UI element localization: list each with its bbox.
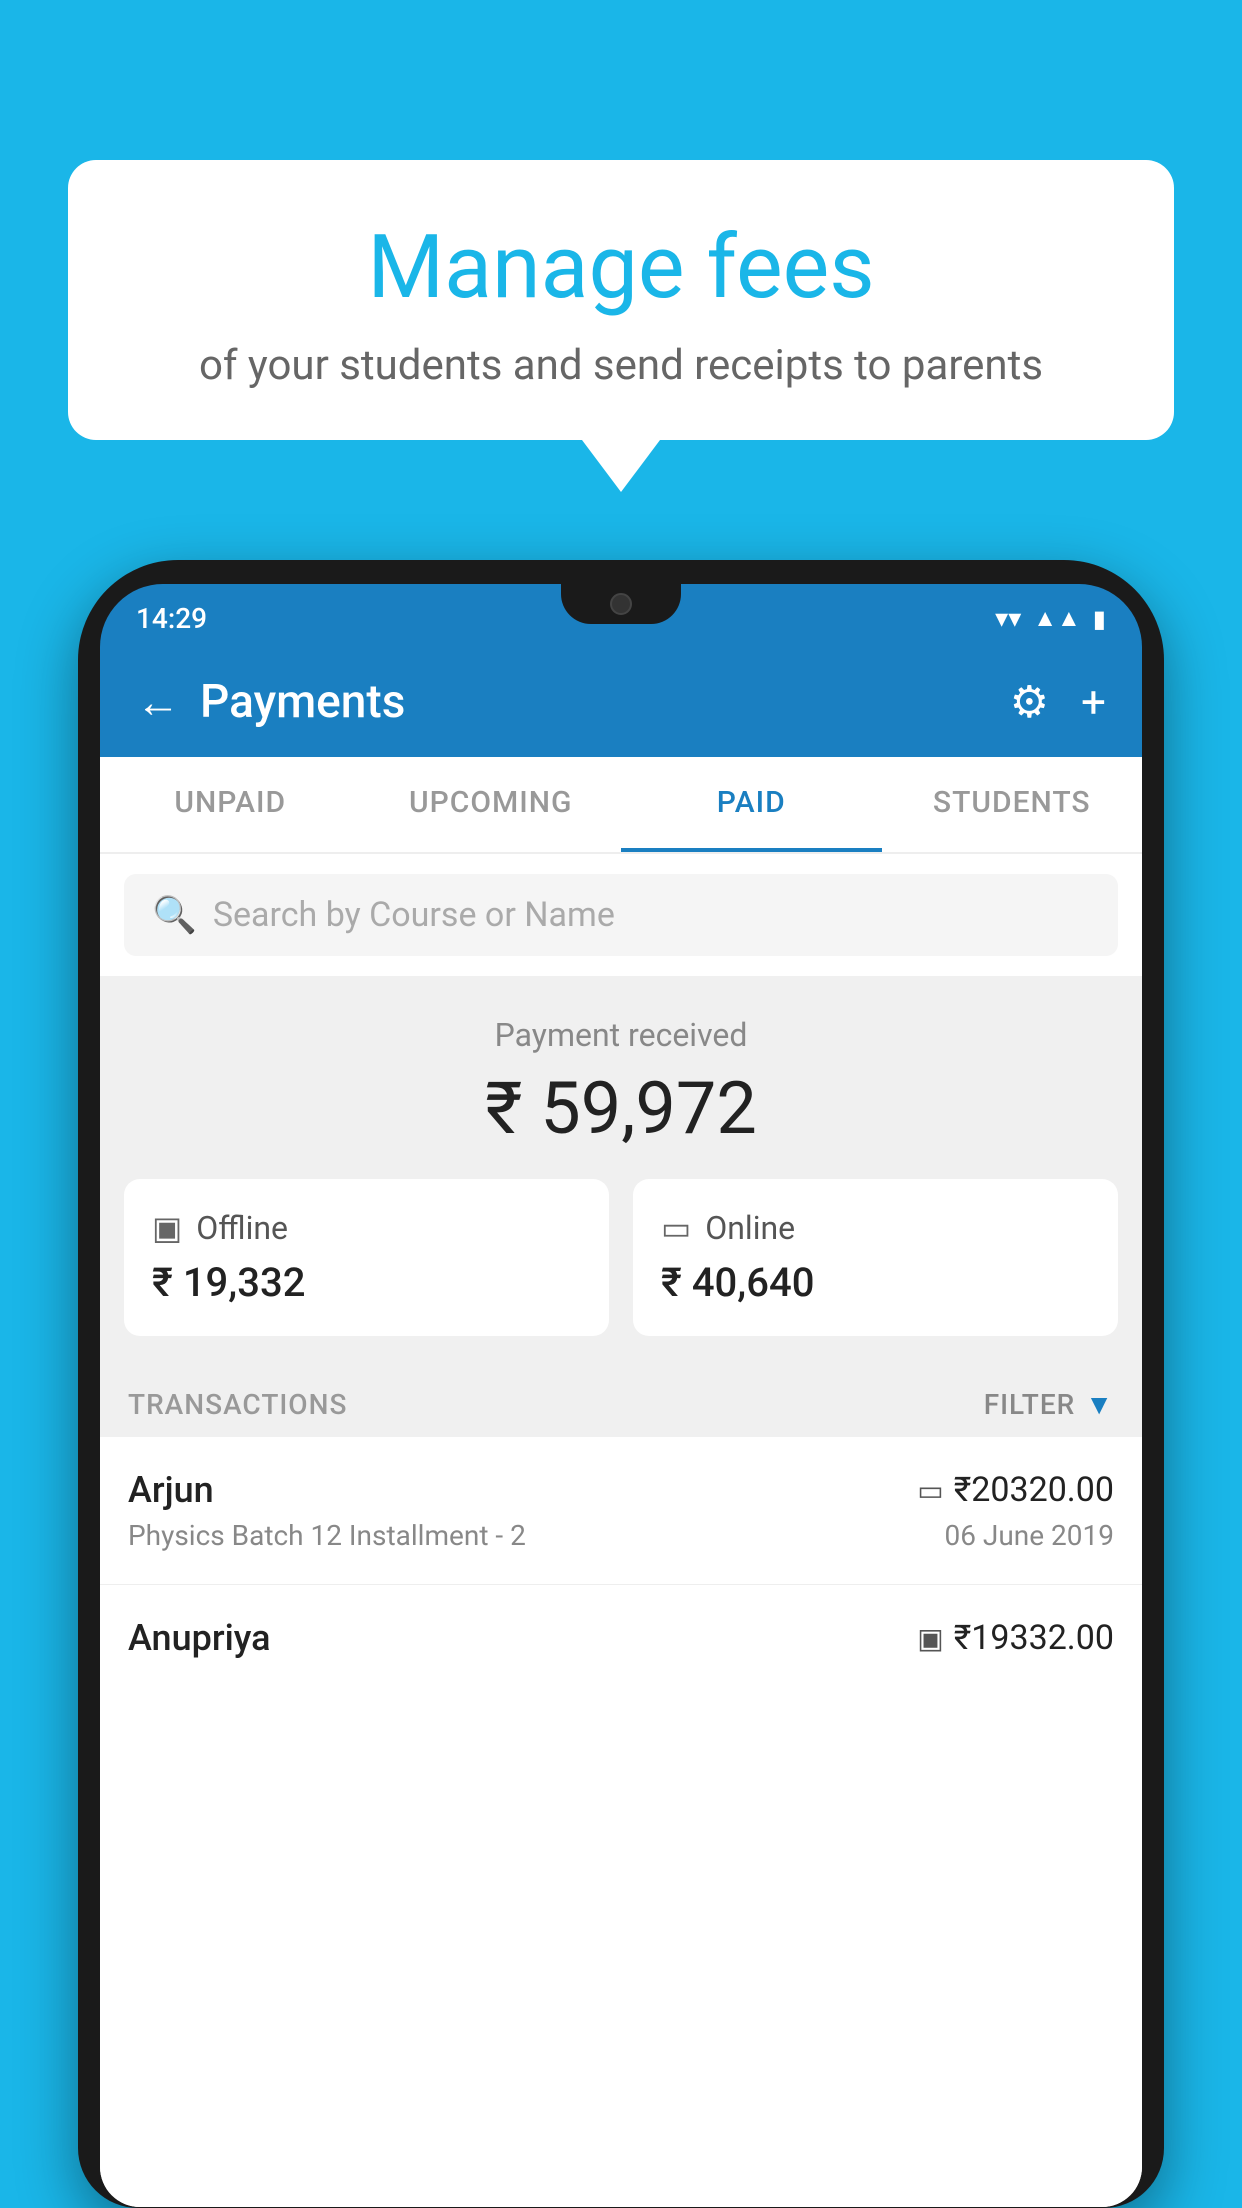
filter-button[interactable]: FILTER ▼ [984, 1388, 1114, 1421]
transaction-amount-value: ₹20320.00 [954, 1470, 1114, 1510]
offline-icon: ▣ [152, 1209, 182, 1247]
search-container: 🔍 Search by Course or Name [100, 854, 1142, 976]
tab-paid[interactable]: PAID [621, 757, 882, 852]
settings-icon[interactable]: ⚙ [1010, 676, 1049, 728]
online-icon: ▭ [661, 1209, 691, 1247]
payment-summary: Payment received ₹ 59,972 [100, 976, 1142, 1179]
transaction-date: 06 June 2019 [944, 1519, 1114, 1552]
online-label: Online [705, 1209, 795, 1247]
add-icon[interactable]: + [1081, 676, 1106, 728]
status-time: 14:29 [136, 602, 207, 635]
payment-received-label: Payment received [100, 1016, 1142, 1054]
transaction-amount: ▣ ₹19332.00 [917, 1618, 1114, 1658]
payment-cards: ▣ Offline ₹ 19,332 ▭ Online ₹ 40,640 [100, 1179, 1142, 1364]
online-card-header: ▭ Online [661, 1209, 1090, 1247]
transactions-header: TRANSACTIONS FILTER ▼ [100, 1364, 1142, 1437]
wifi-icon: ▾▾ [995, 604, 1021, 634]
tab-upcoming[interactable]: UPCOMING [361, 757, 622, 852]
transaction-name: Anupriya [128, 1617, 271, 1659]
filter-icon: ▼ [1085, 1388, 1114, 1421]
phone-frame: 14:29 ▾▾ ▲▲ ▮ ← Payments ⚙ + UNPAID UP [78, 560, 1164, 2208]
transaction-name: Arjun [128, 1469, 214, 1511]
search-bar[interactable]: 🔍 Search by Course or Name [124, 874, 1118, 956]
offline-pay-icon: ▣ [917, 1622, 943, 1655]
bubble-subtitle: of your students and send receipts to pa… [118, 341, 1124, 390]
online-amount: ₹ 40,640 [661, 1259, 1090, 1306]
transaction-bottom: Physics Batch 12 Installment - 2 06 June… [128, 1519, 1114, 1552]
filter-label: FILTER [984, 1388, 1076, 1421]
header-left: ← Payments [136, 675, 405, 729]
table-row[interactable]: Arjun ▭ ₹20320.00 Physics Batch 12 Insta… [100, 1437, 1142, 1585]
search-icon: 🔍 [152, 894, 197, 936]
offline-label: Offline [196, 1209, 288, 1247]
transaction-top: Arjun ▭ ₹20320.00 [128, 1469, 1114, 1511]
phone-notch [561, 584, 681, 624]
transaction-list: Arjun ▭ ₹20320.00 Physics Batch 12 Insta… [100, 1437, 1142, 2207]
signal-icon: ▲▲ [1033, 604, 1081, 633]
transaction-top: Anupriya ▣ ₹19332.00 [128, 1617, 1114, 1659]
transaction-amount-value: ₹19332.00 [954, 1618, 1114, 1658]
table-row[interactable]: Anupriya ▣ ₹19332.00 [100, 1585, 1142, 1675]
tab-unpaid[interactable]: UNPAID [100, 757, 361, 852]
offline-card-header: ▣ Offline [152, 1209, 581, 1247]
card-pay-icon: ▭ [917, 1474, 943, 1507]
speech-bubble: Manage fees of your students and send re… [68, 160, 1174, 440]
back-button[interactable]: ← [136, 680, 180, 724]
status-icons: ▾▾ ▲▲ ▮ [995, 604, 1106, 634]
app-screen: ← Payments ⚙ + UNPAID UPCOMING PAID STUD… [100, 647, 1142, 2207]
transaction-desc: Physics Batch 12 Installment - 2 [128, 1519, 526, 1552]
bubble-title: Manage fees [118, 220, 1124, 317]
search-placeholder: Search by Course or Name [213, 895, 615, 935]
battery-icon: ▮ [1093, 605, 1106, 633]
offline-card: ▣ Offline ₹ 19,332 [124, 1179, 609, 1336]
app-header: ← Payments ⚙ + [100, 647, 1142, 757]
tab-students[interactable]: STUDENTS [882, 757, 1143, 852]
header-right: ⚙ + [1010, 676, 1106, 728]
transaction-amount: ▭ ₹20320.00 [917, 1470, 1114, 1510]
transactions-label: TRANSACTIONS [128, 1388, 347, 1421]
payment-total-amount: ₹ 59,972 [100, 1066, 1142, 1151]
tabs: UNPAID UPCOMING PAID STUDENTS [100, 757, 1142, 854]
online-card: ▭ Online ₹ 40,640 [633, 1179, 1118, 1336]
page-title: Payments [200, 675, 405, 729]
offline-amount: ₹ 19,332 [152, 1259, 581, 1306]
camera [610, 593, 632, 615]
